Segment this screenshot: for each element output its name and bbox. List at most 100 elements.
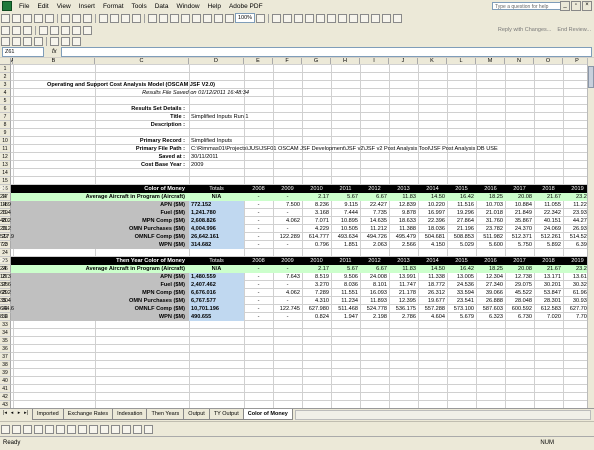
- row-header[interactable]: 33: [0, 321, 11, 329]
- row-header[interactable]: 43: [0, 401, 11, 408]
- color-of-money-value-cell[interactable]: -: [244, 217, 273, 225]
- color-of-money-value-cell[interactable]: 11.225: [563, 201, 588, 209]
- row-header[interactable]: 41: [0, 385, 11, 393]
- then-year-value-cell[interactable]: 7.020: [534, 313, 563, 321]
- color-of-money-value-cell[interactable]: 5.600: [476, 241, 505, 249]
- permission-icon[interactable]: [34, 13, 43, 23]
- then-year-value-cell[interactable]: 68.2: [0, 289, 13, 297]
- save-icon[interactable]: [23, 13, 32, 23]
- then-year-row-label[interactable]: OMNLF Comp ($M): [11, 305, 187, 313]
- color-of-money-value-cell[interactable]: -: [273, 241, 302, 249]
- color-of-money-value-cell[interactable]: 2.566: [389, 241, 418, 249]
- color-of-money-row-label[interactable]: WPN ($M): [11, 241, 187, 249]
- color-of-money-value-cell[interactable]: 5.67: [331, 193, 360, 201]
- color-of-money-row-label[interactable]: APN ($M): [11, 201, 187, 209]
- select-all-corner[interactable]: [0, 58, 11, 65]
- row-header[interactable]: 4: [0, 89, 11, 97]
- color-of-money-value-cell[interactable]: 10.505: [331, 225, 360, 233]
- color-of-money-value-cell[interactable]: -: [244, 201, 273, 209]
- then-year-row-total[interactable]: 6,676.016: [189, 289, 244, 297]
- then-year-value-cell[interactable]: 13.610: [563, 273, 588, 281]
- shadow-icon[interactable]: [133, 424, 142, 434]
- open-icon[interactable]: [12, 13, 21, 23]
- review-icon[interactable]: [39, 25, 48, 35]
- row-header[interactable]: 42: [0, 393, 11, 401]
- chart-wizard-icon[interactable]: [214, 13, 223, 23]
- then-year-value-cell[interactable]: 13.991: [389, 273, 418, 281]
- then-year-value-cell[interactable]: 627.980: [302, 305, 331, 313]
- help-icon[interactable]: [256, 13, 266, 23]
- sheet-tab-then-years[interactable]: Then Years: [146, 409, 185, 420]
- then-year-value-cell[interactable]: 23.541: [447, 297, 476, 305]
- row-header[interactable]: 37: [0, 353, 11, 361]
- then-year-value-cell[interactable]: 557.288: [418, 305, 447, 313]
- color-of-money-value-cell[interactable]: 6.67: [360, 193, 389, 201]
- description-label[interactable]: Description :: [11, 121, 187, 129]
- then-year-value-cell[interactable]: 11.234: [331, 297, 360, 305]
- row-header[interactable]: 35: [0, 337, 11, 345]
- then-year-value-cell[interactable]: 2.198: [360, 313, 389, 321]
- then-year-value-cell[interactable]: 1.947: [331, 313, 360, 321]
- title-label[interactable]: Title :: [11, 113, 187, 121]
- color-of-money-row-total[interactable]: 314.682: [189, 241, 244, 249]
- then-year-row-total[interactable]: 2,407.462: [189, 281, 244, 289]
- print-preview-icon[interactable]: [72, 13, 81, 23]
- then-year-value-cell[interactable]: 13.005: [447, 273, 476, 281]
- then-year-value-cell[interactable]: 21.67: [534, 265, 563, 273]
- then-year-row-label[interactable]: OMN Purchases ($M): [11, 297, 187, 305]
- color-of-money-year-header[interactable]: 2018: [534, 185, 563, 193]
- then-year-row-total[interactable]: 1,480.559: [189, 273, 244, 281]
- sort-asc-icon[interactable]: [192, 13, 201, 23]
- row-header[interactable]: 2: [0, 73, 11, 81]
- row-header[interactable]: 11: [0, 145, 11, 153]
- then-year-value-cell[interactable]: 16.093: [360, 289, 389, 297]
- color-of-money-row-label[interactable]: Average Aircraft in Program (Aircraft): [11, 193, 187, 201]
- underline-icon[interactable]: [294, 13, 304, 23]
- then-year-value-cell[interactable]: -: [244, 305, 273, 313]
- color-of-money-value-cell[interactable]: 2.17: [302, 193, 331, 201]
- then-year-row-label[interactable]: MPN Comp ($M): [11, 289, 187, 297]
- formula-input[interactable]: [60, 47, 592, 57]
- color-of-money-row-label[interactable]: MPN Comp ($M): [11, 217, 187, 225]
- color-of-money-year-header[interactable]: 2017: [505, 185, 534, 193]
- fill-color-icon[interactable]: [382, 13, 392, 23]
- then-year-value-cell[interactable]: 18.25: [476, 265, 505, 273]
- refresh-icon[interactable]: [34, 37, 43, 46]
- track-icon[interactable]: [61, 25, 70, 35]
- then-year-value-cell[interactable]: 4.062: [273, 289, 302, 297]
- sort-desc-icon[interactable]: [203, 13, 212, 23]
- then-year-value-cell[interactable]: 19.677: [418, 297, 447, 305]
- row-header[interactable]: 38: [0, 361, 11, 369]
- then-year-value-cell[interactable]: 13.171: [534, 273, 563, 281]
- then-year-value-cell[interactable]: 627.708: [563, 305, 588, 313]
- row-header[interactable]: 13: [0, 161, 11, 169]
- select-objects-icon[interactable]: [12, 424, 21, 434]
- then-year-value-cell[interactable]: -: [273, 297, 302, 305]
- color-of-money-value-cell[interactable]: 122.289: [273, 233, 302, 241]
- primary-path-value[interactable]: C:\Rimmas01\Projects\JUS\JSF01 OSCAM JSF…: [189, 145, 588, 153]
- color-of-money-value-cell[interactable]: 11.516: [447, 201, 476, 209]
- color-of-money-row-label[interactable]: OMN Purchases ($M): [11, 225, 187, 233]
- font-color-icon[interactable]: [393, 13, 403, 23]
- then-year-year-header[interactable]: 2009: [273, 257, 302, 265]
- then-year-value-cell[interactable]: 11.551: [331, 289, 360, 297]
- saved-at-value[interactable]: 30/11/2011: [189, 153, 389, 161]
- then-year-value-cell[interactable]: 8.101: [360, 281, 389, 289]
- color-of-money-value-cell[interactable]: 0.796: [302, 241, 331, 249]
- color-of-money-value-cell[interactable]: 48.2: [0, 217, 13, 225]
- then-year-value-cell[interactable]: -: [244, 313, 273, 321]
- then-year-year-header[interactable]: 2018: [534, 257, 563, 265]
- then-year-year-header[interactable]: 2014: [418, 257, 447, 265]
- then-year-value-cell[interactable]: 6.323: [476, 313, 505, 321]
- then-year-value-cell[interactable]: -: [244, 281, 273, 289]
- cut-icon[interactable]: [99, 13, 108, 23]
- report-title[interactable]: Operating and Support Cost Analysis Mode…: [11, 81, 251, 89]
- then-year-value-cell[interactable]: 26.888: [476, 297, 505, 305]
- color-of-money-year-header[interactable]: 2016: [476, 185, 505, 193]
- help-search-input[interactable]: Type a question for help: [492, 2, 562, 10]
- web-back-icon[interactable]: [1, 37, 10, 46]
- then-year-value-cell[interactable]: 2.17: [302, 265, 331, 273]
- align-center-icon[interactable]: [316, 13, 326, 23]
- color-of-money-value-cell[interactable]: 23.782: [476, 225, 505, 233]
- then-year-value-cell[interactable]: 11.747: [389, 281, 418, 289]
